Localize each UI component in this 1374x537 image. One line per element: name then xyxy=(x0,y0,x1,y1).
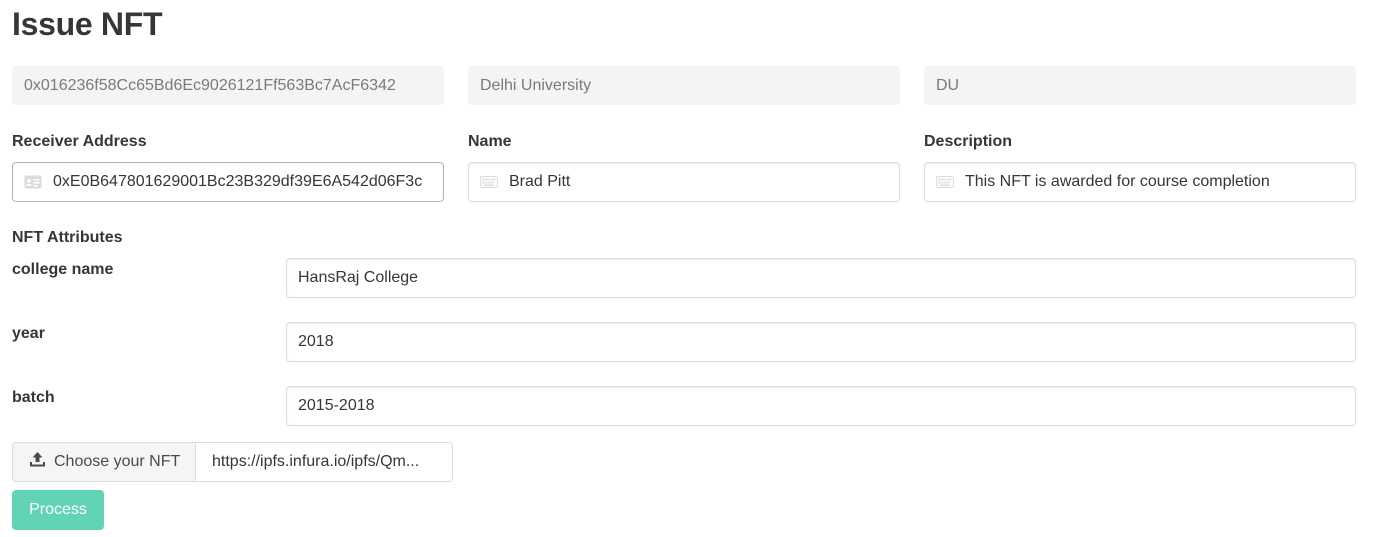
attribute-label-year: year xyxy=(12,325,45,342)
attribute-label-college-name: college name xyxy=(12,261,114,278)
issuer-organization-field: Delhi University xyxy=(468,66,900,105)
process-button[interactable]: Process xyxy=(12,490,104,530)
name-label: Name xyxy=(468,133,512,150)
page-title: Issue NFT xyxy=(12,6,163,42)
attribute-input-batch[interactable]: 2015-2018 xyxy=(286,386,1356,426)
attribute-input-year[interactable]: 2018 xyxy=(286,322,1356,362)
attribute-label-batch: batch xyxy=(12,389,55,406)
nft-file-name: https://ipfs.infura.io/ipfs/Qm... xyxy=(196,443,452,481)
receiver-address-input[interactable]: 0xE0B647801629001Bc23B329df39E6A542d06F3… xyxy=(12,162,444,202)
upload-icon xyxy=(29,451,54,473)
keyboard-icon xyxy=(925,176,965,188)
issuer-address-field: 0x016236f58Cc65Bd6Ec9026121Ff563Bc7AcF63… xyxy=(12,66,444,105)
name-input[interactable]: Brad Pitt xyxy=(468,162,900,202)
nft-file-upload[interactable]: Choose your NFT https://ipfs.infura.io/i… xyxy=(12,442,453,482)
name-value: Brad Pitt xyxy=(509,173,571,190)
choose-nft-button[interactable]: Choose your NFT xyxy=(13,443,196,481)
receiver-address-label: Receiver Address xyxy=(12,133,147,150)
description-label: Description xyxy=(924,133,1013,150)
id-card-icon xyxy=(13,175,53,189)
issuer-symbol-field: DU xyxy=(924,66,1356,105)
description-input[interactable]: This NFT is awarded for course completio… xyxy=(924,162,1356,202)
keyboard-icon xyxy=(469,176,509,188)
description-value: This NFT is awarded for course completio… xyxy=(965,173,1270,190)
receiver-address-value: 0xE0B647801629001Bc23B329df39E6A542d06F3… xyxy=(53,173,423,190)
nft-attributes-heading: NFT Attributes xyxy=(12,229,123,246)
attribute-input-college-name[interactable]: HansRaj College xyxy=(286,258,1356,298)
choose-nft-label: Choose your NFT xyxy=(54,453,181,470)
